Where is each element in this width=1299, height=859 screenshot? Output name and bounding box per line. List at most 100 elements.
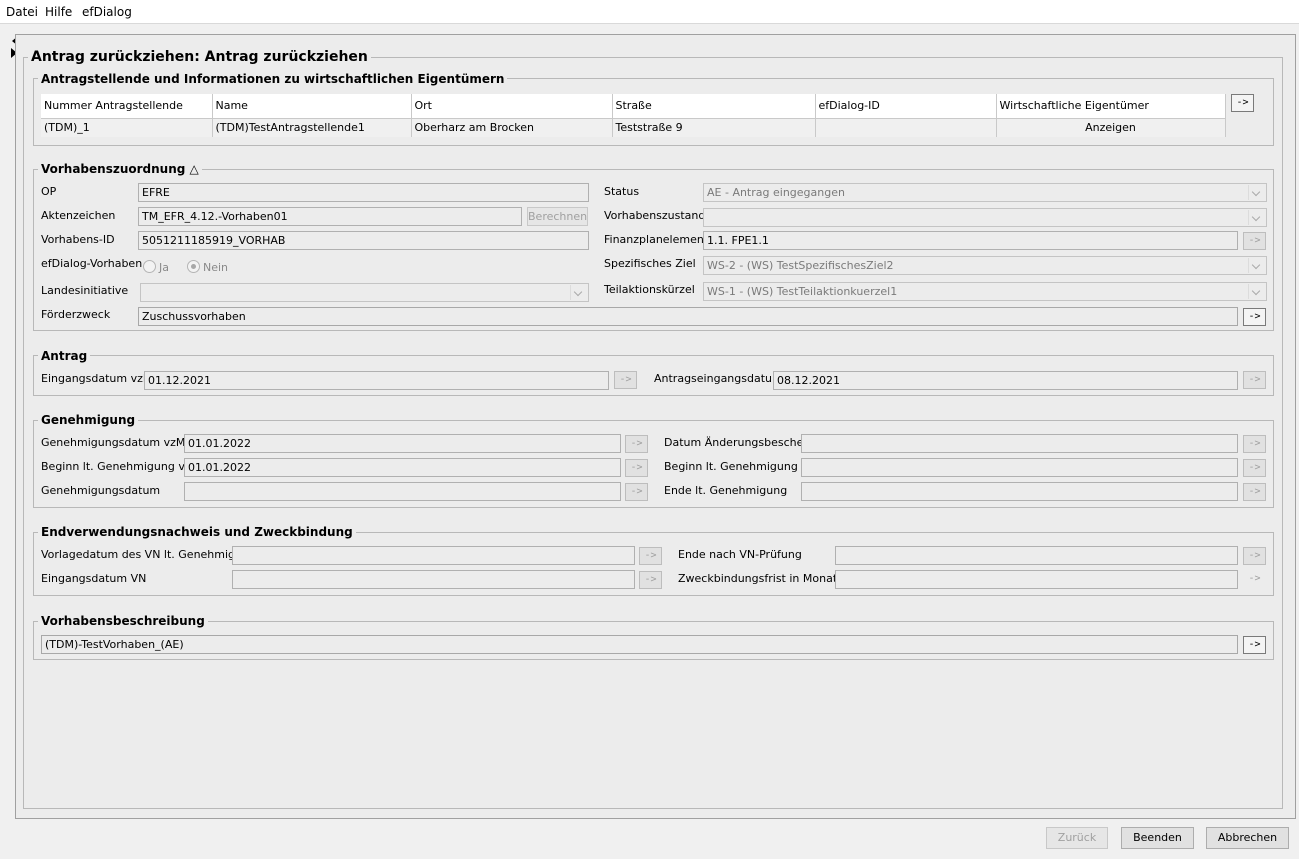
col-name[interactable]: Name [212,94,412,119]
efdialog-vorhaben-label: efDialog-Vorhaben [41,257,143,270]
zweckbindungsfrist-field[interactable] [835,570,1238,589]
ende-vn-field[interactable] [835,546,1238,565]
vorlagedatum-arrow-button[interactable]: -> [639,547,662,565]
cell-name: (TDM)TestAntragstellende1 [212,118,412,137]
antrag-legend: Antrag [38,349,91,363]
genehmigungsdatum-label: Genehmigungsdatum [41,484,161,497]
col-eigentuemer[interactable]: Wirtschaftliche Eigentümer [996,94,1226,119]
finanzplanelement-arrow-button[interactable]: -> [1243,232,1266,250]
status-select[interactable]: AE - Antrag eingegangen [703,183,1267,202]
chevron-down-icon[interactable] [1248,185,1264,200]
aenderungsbescheid-arrow-button[interactable]: -> [1243,435,1266,453]
finanzplanelement-field[interactable]: 1.1. FPE1.1 [703,231,1238,250]
abbrechen-button[interactable]: Abbrechen [1206,827,1289,849]
op-label: OP [41,185,57,198]
menu-bar: Datei Hilfe efDialog [0,0,1299,24]
applicants-arrow-button[interactable]: -> [1231,94,1254,112]
beginn-genehmigung-arrow-button[interactable]: -> [1243,459,1266,477]
cell-efdialog-id [815,118,997,137]
beschreibung-legend: Vorhabensbeschreibung [38,614,208,628]
cell-ort: Oberharz am Brocken [411,118,613,137]
teilaktionskuerzel-value: WS-1 - (WS) TestTeilaktionkuerzel1 [707,285,898,298]
spezifisches-ziel-select[interactable]: WS-2 - (WS) TestSpezifischesZiel2 [703,256,1267,275]
eingangsdatum-vn-field[interactable] [232,570,635,589]
status-value: AE - Antrag eingegangen [707,186,845,199]
main-panel: Antrag zurückziehen: Antrag zurückziehen… [15,34,1296,819]
genehmigungsdatum-vzm-arrow-button[interactable]: -> [625,435,648,453]
menu-hilfe[interactable]: Hilfe [45,5,72,19]
spezifisches-ziel-label: Spezifisches Ziel [604,257,696,270]
applicants-legend: Antragstellende und Informationen zu wir… [38,72,508,86]
vorhabens-id-label: Vorhabens-ID [41,233,115,246]
col-nummer[interactable]: Nummer Antragstellende [41,94,213,119]
eingangsdatum-vzm-label: Eingangsdatum vzM [41,372,153,385]
genehmigungsdatum-vzm-label: Genehmigungsdatum vzM [41,436,186,449]
foerderzweck-field[interactable]: Zuschussvorhaben [138,307,1238,326]
aenderungsbescheid-label: Datum Änderungsbescheid [664,436,814,449]
chevron-down-icon[interactable] [1248,258,1264,273]
antragseingangsdatum-arrow-button[interactable]: -> [1243,371,1266,389]
genehmigung-legend: Genehmigung [38,413,139,427]
vorhabenszustand-label: Vorhabenszustand [604,209,706,222]
vorhaben-legend-text: Vorhabenszuordnung [41,162,186,176]
chevron-down-icon[interactable] [570,285,586,300]
triangle-up-icon[interactable]: △ [190,162,199,176]
endverwendung-legend: Endverwendungsnachweis und Zweckbindung [38,525,356,539]
chevron-down-icon[interactable] [1248,210,1264,225]
genehmigungsdatum-arrow-button[interactable]: -> [625,483,648,501]
teilaktionskuerzel-label: Teilaktionskürzel [604,283,695,296]
menu-datei[interactable]: Datei [6,5,38,19]
col-efdialog-id[interactable]: efDialog-ID [815,94,997,119]
vorhaben-legend[interactable]: Vorhabenszuordnung △ [38,162,202,176]
beginn-vzm-field[interactable]: 01.01.2022 [184,458,621,477]
teilaktionskuerzel-select[interactable]: WS-1 - (WS) TestTeilaktionkuerzel1 [703,282,1267,301]
radio-nein[interactable] [187,260,200,273]
radio-ja[interactable] [143,260,156,273]
foerderzweck-label: Förderzweck [41,308,111,321]
vorhabenszustand-select[interactable] [703,208,1267,227]
status-label: Status [604,185,640,198]
table-row[interactable]: (TDM)_1 (TDM)TestAntragstellende1 Oberha… [41,118,1226,137]
beginn-vzm-arrow-button[interactable]: -> [625,459,648,477]
zurueck-button[interactable]: Zurück [1046,827,1108,849]
zweckbindungsfrist-arrow-button[interactable]: -> [1243,571,1266,589]
cell-strasse: Teststraße 9 [612,118,816,137]
genehmigungsdatum-vzm-field[interactable]: 01.01.2022 [184,434,621,453]
radio-nein-label: Nein [203,261,229,274]
antragseingangsdatum-label: Antragseingangsdatum [654,372,783,385]
col-ort[interactable]: Ort [411,94,613,119]
vorlagedatum-field[interactable] [232,546,635,565]
berechnen-button[interactable]: Berechnen [527,207,588,226]
foerderzweck-arrow-button[interactable]: -> [1243,308,1266,326]
ende-genehmigung-arrow-button[interactable]: -> [1243,483,1266,501]
eingangsdatum-vzm-field[interactable]: 01.12.2021 [144,371,609,390]
aktenzeichen-field[interactable]: TM_EFR_4.12.-Vorhaben01 [138,207,522,226]
ende-vn-arrow-button[interactable]: -> [1243,547,1266,565]
page-title: Antrag zurückziehen: Antrag zurückziehen [28,49,371,65]
menu-efdialog[interactable]: efDialog [82,5,132,19]
eingangsdatum-arrow-button[interactable]: -> [614,371,637,389]
zweckbindungsfrist-label: Zweckbindungsfrist in Monaten [678,572,851,585]
aenderungsbescheid-field[interactable] [801,434,1238,453]
beenden-button[interactable]: Beenden [1121,827,1194,849]
chevron-down-icon[interactable] [1248,284,1264,299]
landesinitiative-select[interactable] [140,283,589,302]
beginn-vzm-label: Beginn lt. Genehmigung vzM [41,460,201,473]
ende-genehmigung-field[interactable] [801,482,1238,501]
aktenzeichen-label: Aktenzeichen [41,209,116,222]
beginn-genehmigung-label: Beginn lt. Genehmigung [664,460,798,473]
op-field[interactable]: EFRE [138,183,589,202]
anzeigen-button[interactable]: Anzeigen [996,118,1226,137]
radio-ja-label: Ja [159,261,169,274]
finanzplanelement-label: Finanzplanelement [604,233,709,246]
genehmigungsdatum-field[interactable] [184,482,621,501]
spezifisches-ziel-value: WS-2 - (WS) TestSpezifischesZiel2 [707,259,894,272]
beschreibung-field[interactable]: (TDM)-TestVorhaben_(AE) [41,635,1238,654]
beschreibung-arrow-button[interactable]: -> [1243,636,1266,654]
applicants-table: Nummer Antragstellende Name Ort Straße e… [41,94,1226,137]
vorhabens-id-field[interactable]: 5051211185919_VORHAB [138,231,589,250]
eingangsdatum-vn-arrow-button[interactable]: -> [639,571,662,589]
antragseingangsdatum-field[interactable]: 08.12.2021 [773,371,1238,390]
col-strasse[interactable]: Straße [612,94,816,119]
beginn-genehmigung-field[interactable] [801,458,1238,477]
